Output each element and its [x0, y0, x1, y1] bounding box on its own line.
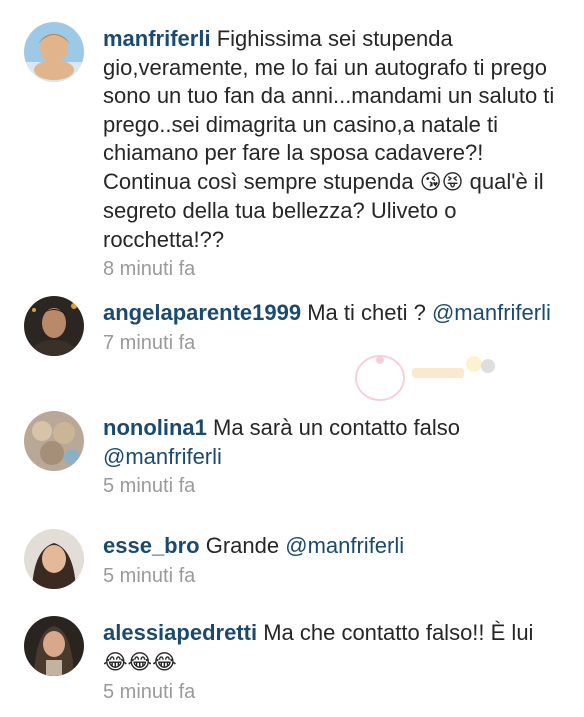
comment-timestamp[interactable]: 5 minuti fa	[103, 681, 563, 704]
comment-text: esse_bro Grande @manfriferli	[103, 532, 563, 561]
comment-body: Grande	[199, 533, 286, 558]
comment-timestamp[interactable]: 8 minuti fa	[103, 258, 563, 281]
comment-timestamp[interactable]: 5 minuti fa	[103, 475, 563, 498]
comment-username[interactable]: alessiapedretti	[103, 620, 257, 645]
avatar[interactable]	[24, 616, 84, 676]
emoji: 😘😝	[419, 170, 464, 194]
comment-username[interactable]: manfriferli	[103, 26, 211, 51]
comment-text: manfriferli Fighissima sei stupenda gio,…	[103, 25, 563, 254]
mention-link[interactable]: @manfriferli	[103, 444, 222, 469]
avatar[interactable]	[24, 296, 84, 356]
watermark-logo	[352, 350, 502, 405]
comment-username[interactable]: angelaparente1999	[103, 300, 301, 325]
avatar[interactable]	[24, 529, 84, 589]
comment-timestamp[interactable]: 5 minuti fa	[103, 565, 563, 588]
comment-text: alessiapedretti Ma che contatto falso!! …	[103, 619, 563, 677]
comment-body: Ma sarà un contatto falso	[206, 415, 461, 440]
avatar[interactable]	[24, 411, 84, 471]
mention-link[interactable]: @manfriferli	[285, 533, 404, 558]
comment-username[interactable]: esse_bro	[103, 533, 200, 558]
comment-body: Ma ti cheti ?	[301, 300, 432, 325]
mention-link[interactable]: @manfriferli	[432, 300, 551, 325]
comment-body: Ma che contatto falso!! È lui	[257, 620, 534, 645]
comment-username[interactable]: nonolina1	[103, 415, 207, 440]
comment-text: nonolina1 Ma sarà un contatto falso @man…	[103, 414, 563, 471]
comment-text: angelaparente1999 Ma ti cheti ? @manfrif…	[103, 299, 563, 328]
emoji: 😂😂😂	[103, 650, 177, 674]
avatar[interactable]	[24, 22, 84, 82]
